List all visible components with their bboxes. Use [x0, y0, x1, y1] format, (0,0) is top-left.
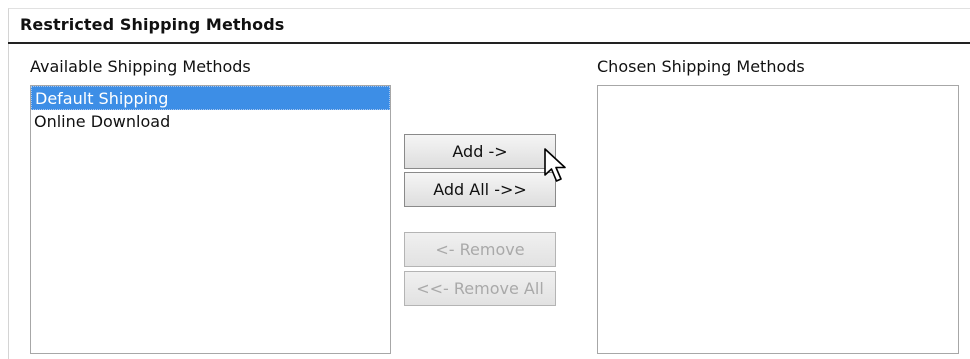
list-item-online-download[interactable]: Online Download	[31, 110, 390, 134]
add-all-button[interactable]: Add All ->>	[404, 172, 556, 207]
remove-all-button[interactable]: <<- Remove All	[404, 271, 556, 306]
section-title: Restricted Shipping Methods	[20, 15, 285, 34]
chosen-methods-label: Chosen Shipping Methods	[597, 57, 805, 76]
available-methods-listbox[interactable]: Default Shipping Online Download	[30, 85, 391, 354]
add-button[interactable]: Add ->	[404, 134, 556, 169]
restricted-shipping-methods-widget: Restricted Shipping Methods Available Sh…	[0, 0, 970, 359]
chosen-methods-listbox[interactable]	[597, 85, 959, 354]
remove-button[interactable]: <- Remove	[404, 232, 556, 267]
section-divider	[8, 42, 970, 44]
arrow-pointer-icon	[544, 148, 566, 182]
available-methods-label: Available Shipping Methods	[30, 57, 251, 76]
list-item-default-shipping[interactable]: Default Shipping	[31, 86, 390, 110]
